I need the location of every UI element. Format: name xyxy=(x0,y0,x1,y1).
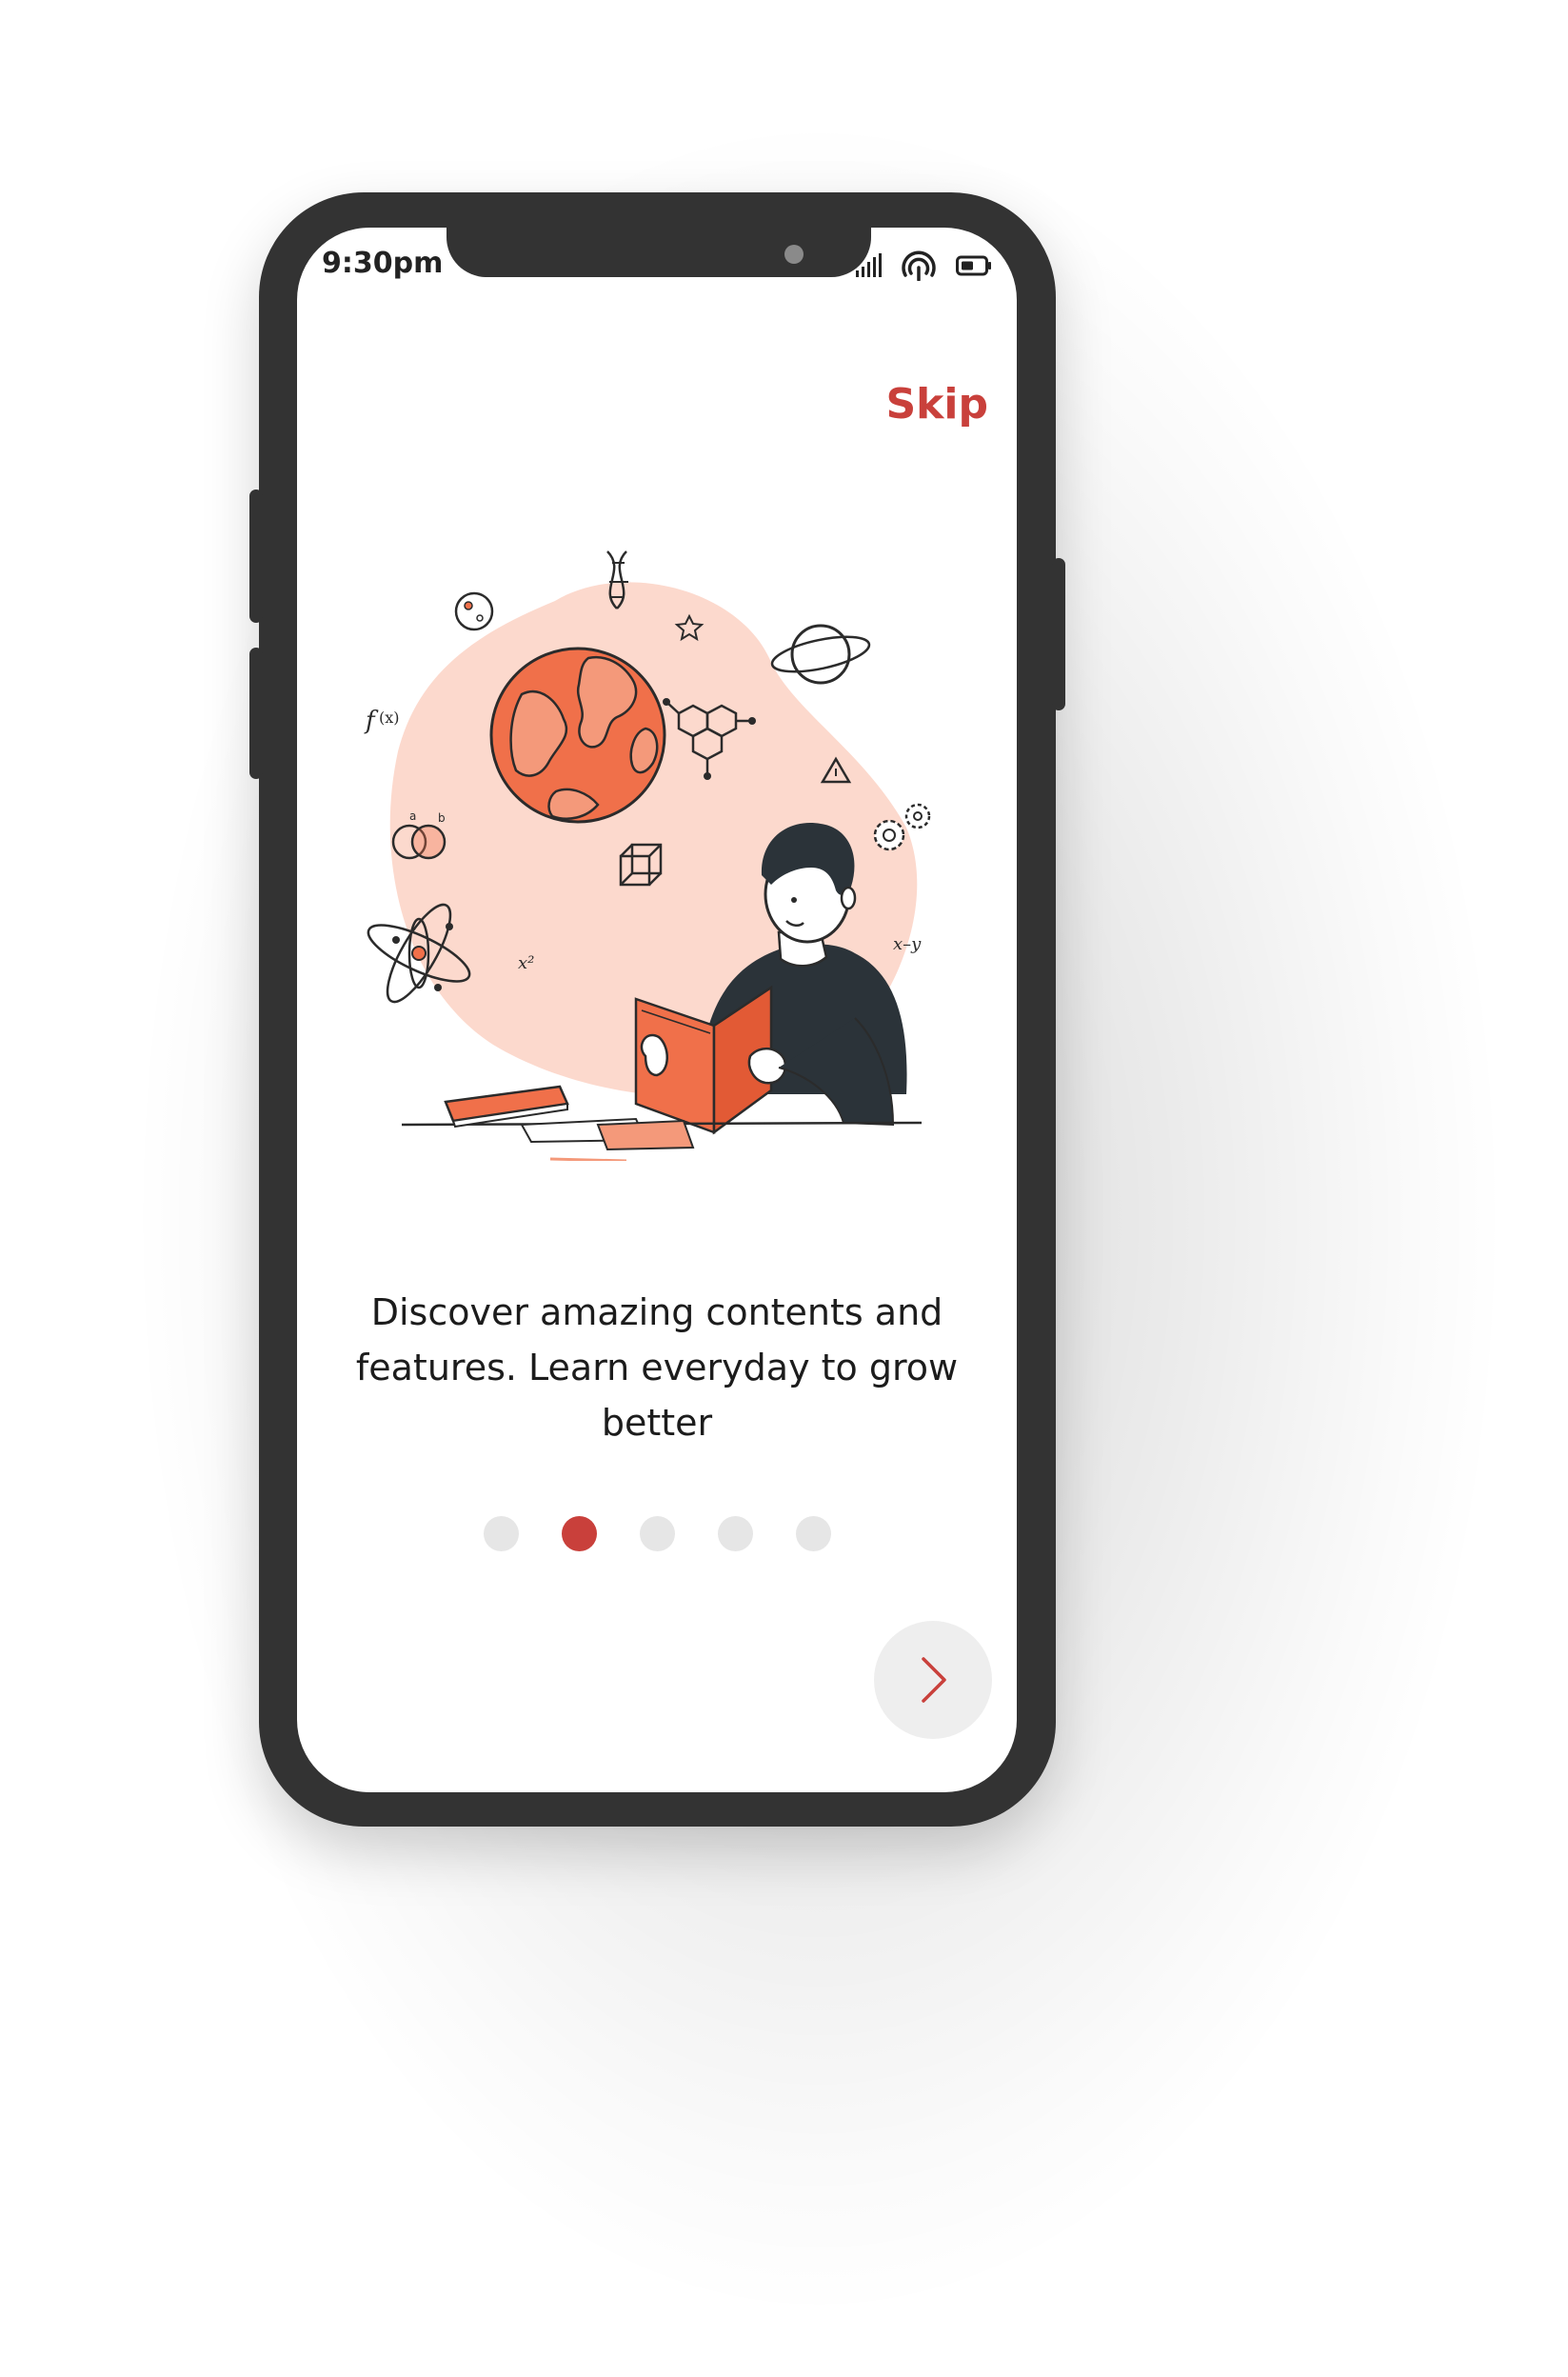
notch xyxy=(447,228,871,277)
svg-text:(x): (x) xyxy=(379,709,400,727)
svg-text:f: f xyxy=(364,707,379,735)
globe-icon xyxy=(489,647,666,824)
page-dot-4[interactable] xyxy=(717,1516,753,1551)
svg-text:b: b xyxy=(438,811,446,825)
status-icons xyxy=(855,250,992,281)
phone-screen: 9:30pm Skip f (x) x–y x² a b Discover am… xyxy=(297,228,1017,1792)
phone-frame: 9:30pm Skip f (x) x–y x² a b Discover am… xyxy=(249,192,1065,1827)
skip-button[interactable]: Skip xyxy=(885,380,988,429)
onboarding-caption: Discover amazing contents and features. … xyxy=(355,1291,959,1444)
illustration: f (x) x–y x² a b xyxy=(360,542,969,1163)
power-button xyxy=(1052,558,1065,710)
svg-text:x²: x² xyxy=(518,953,534,973)
man-reading-book-illustration: f (x) x–y x² a b xyxy=(364,550,931,1163)
svg-text:x–y: x–y xyxy=(893,934,922,954)
page-indicator xyxy=(297,1516,1017,1551)
signal-icon xyxy=(856,253,882,277)
page-dot-1[interactable] xyxy=(483,1516,519,1551)
hotspot-icon xyxy=(902,250,936,281)
battery-icon xyxy=(956,255,991,276)
chevron-right-icon xyxy=(922,1657,946,1703)
stage: 9:30pm Skip f (x) x–y x² a b Discover am… xyxy=(0,0,1568,2377)
status-time: 9:30pm xyxy=(322,247,444,280)
next-button[interactable] xyxy=(874,1621,992,1739)
page-dot-2-active[interactable] xyxy=(561,1516,597,1551)
page-dot-3[interactable] xyxy=(639,1516,675,1551)
page-dot-5[interactable] xyxy=(795,1516,831,1551)
volume-down-button xyxy=(249,648,263,779)
svg-text:a: a xyxy=(409,809,416,823)
camera-icon xyxy=(784,245,804,264)
volume-up-button xyxy=(249,489,263,623)
